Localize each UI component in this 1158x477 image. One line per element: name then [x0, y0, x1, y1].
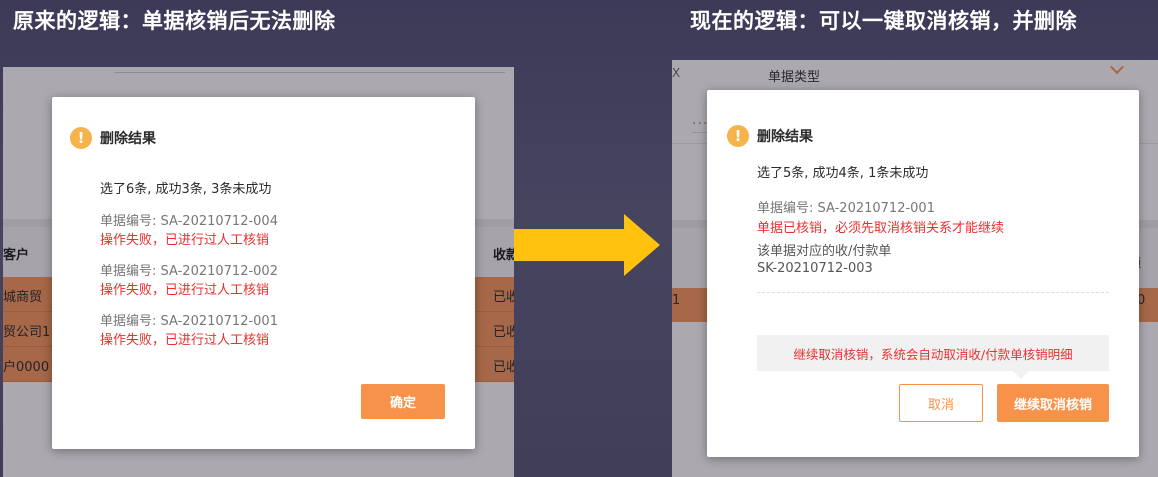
- delete-result-dialog-new: ! 删除结果 选了5条, 成功4条, 1条未成功 单据编号: SA-202107…: [707, 90, 1139, 457]
- result-summary: 选了5条, 成功4条, 1条未成功: [757, 166, 929, 181]
- continue-cancel-writeoff-button[interactable]: 继续取消核销: [997, 384, 1109, 422]
- related-doc-code: SK-20210712-003: [757, 261, 873, 276]
- delete-result-dialog-old: ! 删除结果 选了6条, 成功3条, 3条未成功 单据编号: SA-202107…: [52, 97, 475, 449]
- exclamation-icon: !: [70, 127, 92, 149]
- record-error: 操作失败，已进行过人工核销: [100, 333, 270, 348]
- dialog-title: ! 删除结果: [727, 125, 813, 147]
- dialog-title-text: 删除结果: [100, 131, 156, 147]
- record-code: 单据编号: SA-20210712-002: [100, 264, 278, 279]
- notice-tooltip: 继续取消核销，系统会自动取消收/付款单核销明细: [757, 335, 1109, 371]
- dashed-divider: [757, 292, 1109, 293]
- cancel-button[interactable]: 取消: [899, 384, 983, 422]
- record-code: 单据编号: SA-20210712-001: [757, 201, 935, 216]
- record-error: 单据已核销，必须先取消核销关系才能继续: [757, 221, 1005, 236]
- record-code: 单据编号: SA-20210712-001: [100, 314, 278, 329]
- related-doc-label: 该单据对应的收/付款单: [757, 244, 892, 259]
- record-error: 操作失败，已进行过人工核销: [100, 233, 270, 248]
- result-summary: 选了6条, 成功3条, 3条未成功: [100, 182, 272, 197]
- arrow-right-icon: [514, 214, 660, 276]
- record-code: 单据编号: SA-20210712-004: [100, 214, 278, 229]
- record-error: 操作失败，已进行过人工核销: [100, 283, 270, 298]
- heading-new-logic: 现在的逻辑：可以一键取消核销，并删除: [690, 8, 1077, 33]
- confirm-button[interactable]: 确定: [361, 384, 445, 419]
- tooltip-pointer: [1013, 371, 1029, 379]
- heading-old-logic: 原来的逻辑：单据核销后无法删除: [13, 8, 336, 33]
- dialog-title-text: 删除结果: [757, 129, 813, 145]
- dialog-title: ! 删除结果: [70, 127, 156, 149]
- exclamation-icon: !: [727, 125, 749, 147]
